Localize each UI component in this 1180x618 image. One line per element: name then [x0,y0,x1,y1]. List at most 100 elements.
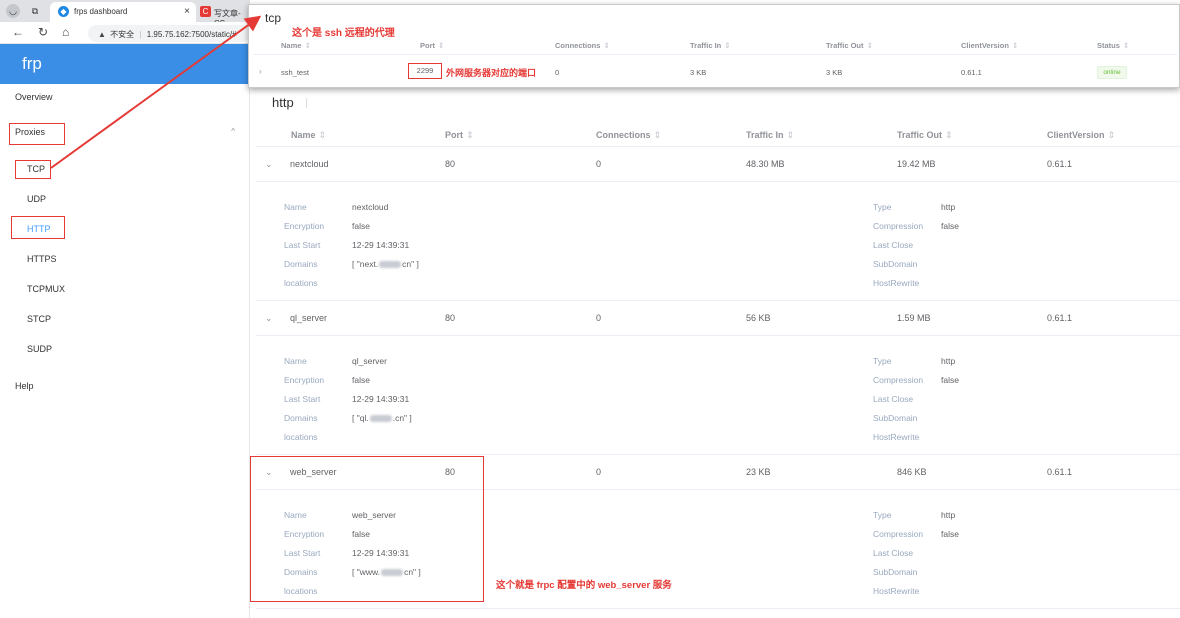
sort-icon: ⇕ [304,41,311,50]
row-traffic-out: 19.42 MB [897,159,936,169]
warning-icon: ▲ [98,30,106,39]
col-port[interactable]: Port ⇕ [445,130,474,141]
row-connections: 0 [596,467,602,477]
detail-domains: [ "ql. .cn" ] [352,409,412,428]
back-arrow-icon[interactable]: ← [12,25,24,39]
tab-close-icon[interactable]: × [184,6,190,17]
sidebar-item-label: SUDP [27,344,53,354]
sidebar-item-overview[interactable]: Overview [0,92,249,122]
col-label: Status [1097,41,1120,50]
detail-labels-right: Type Compression Last Close SubDomain Ho… [873,198,923,293]
sidebar-item-stcp[interactable]: STCP [0,314,249,344]
home-icon[interactable]: ⌂ [62,25,69,39]
tcp-col-traffic-in[interactable]: Traffic In ⇕ [690,41,731,50]
annotation-box-proxies [9,123,65,145]
sort-icon: ⇕ [318,130,327,140]
annotation-external-port: 外网服务器对应的端口 [446,68,537,78]
chevron-right-icon[interactable]: › [259,67,262,76]
domain-suffix: .cn" ] [392,413,412,423]
browser-menu-icon[interactable]: ◡ [6,4,20,18]
tcp-col-client-version[interactable]: ClientVersion ⇕ [961,41,1018,50]
detail-label: Encryption [284,375,325,385]
col-label: Connections [596,130,651,140]
table-row[interactable] [256,301,1180,335]
detail-label: Name [284,356,307,366]
tcp-row-client-version: 0.61.1 [961,68,982,77]
sidebar-item-sudp[interactable]: SUDP [0,344,249,374]
sidebar-item-label: Help [15,381,34,391]
detail-label: Last Close [873,548,914,558]
reload-icon[interactable]: ↻ [38,25,48,39]
table-row[interactable] [256,147,1180,181]
detail-label: HostRewrite [873,586,920,596]
annotation-web-server-note: 这个就是 frpc 配置中的 web_server 服务 [496,580,672,591]
frp-favicon-icon: ◆ [58,6,69,17]
tcp-proxy-panel: tcp 这个是 ssh 远程的代理 Name ⇕ Port ⇕ Connection… [248,4,1180,88]
col-traffic-in[interactable]: Traffic In ⇕ [746,130,794,141]
tcp-col-status[interactable]: Status ⇕ [1097,41,1129,50]
tab-groups-icon[interactable]: ⧉ [28,4,42,18]
chevron-down-icon[interactable]: ⌄ [265,313,273,324]
detail-value: 12-29 14:39:31 [352,240,410,250]
divider [256,608,1180,609]
col-label: Connections [555,41,601,50]
table-row[interactable] [253,55,1177,85]
row-client-version: 0.61.1 [1047,313,1073,323]
url-field[interactable]: ▲ 不安全 | 1.95.75.162:7500/static/# [88,25,250,42]
detail-label: Domains [284,259,318,269]
col-label: Port [445,130,463,140]
tcp-col-name[interactable]: Name ⇕ [281,41,311,50]
detail-label: Compression [873,529,924,539]
sort-icon: ⇕ [653,130,662,140]
detail-label: Last Start [284,394,321,404]
sort-icon: ⇕ [724,41,731,50]
col-name[interactable]: Name ⇕ [291,130,326,141]
row-client-version: 0.61.1 [1047,159,1073,169]
brand-logo[interactable]: frp [0,44,250,84]
sort-icon: ⇕ [945,130,953,140]
tab-frps-dashboard[interactable]: ◆ frps dashboard × [50,2,196,22]
tcp-row-port: 2299 [408,63,442,79]
chevron-down-icon[interactable]: ⌄ [265,159,273,170]
row-port: 80 [445,313,456,323]
tcp-row-name: ssh_test [281,68,309,77]
security-label: 不安全 [110,30,135,39]
sidebar-item-https[interactable]: HTTPS [0,254,249,284]
tab-csdn[interactable]: C 写文章-CS [198,3,250,28]
detail-domains: [ "next. cn" ] [352,255,419,274]
annotation-ssh-proxy: 这个是 ssh 远程的代理 [292,28,395,39]
sort-icon: ⇕ [1122,41,1130,50]
tcp-col-connections[interactable]: Connections ⇕ [555,41,610,50]
row-traffic-in: 56 KB [746,313,771,323]
row-name: nextcloud [290,159,329,169]
redacted-text [369,415,392,423]
annotation-box-http [11,216,65,239]
sidebar-item-tcpmux[interactable]: TCPMUX [0,284,249,314]
annotation-box-tcp [15,160,51,179]
detail-values-left: nextcloud false 12-29 14:39:31 [ "next. c… [352,198,419,274]
col-label: Name [291,130,316,140]
detail-label: locations [284,278,318,288]
detail-value: false [352,375,370,385]
col-client-version[interactable]: ClientVersion ⇕ [1047,130,1115,141]
sidebar-item-label: TCPMUX [27,284,65,294]
col-connections[interactable]: Connections ⇕ [596,130,661,141]
detail-label: SubDomain [873,567,918,577]
sidebar-item-help[interactable]: Help [0,381,249,411]
detail-labels-left: Name Encryption Last Start Domains locat… [284,352,324,447]
row-traffic-in: 48.30 MB [746,159,785,169]
detail-label: locations [284,432,318,442]
detail-label: SubDomain [873,413,918,423]
sidebar-item-label: UDP [27,194,47,204]
chevron-up-icon: ^ [231,127,235,136]
redacted-text [379,261,402,269]
detail-value: false [941,529,959,539]
tcp-col-port[interactable]: Port ⇕ [420,41,444,50]
col-label: Traffic In [690,41,722,50]
col-label: Traffic Out [897,130,943,140]
tcp-section-title: tcp [265,11,282,25]
col-traffic-out[interactable]: Traffic Out ⇕ [897,130,953,141]
detail-values-right: http false [941,198,959,236]
detail-labels-right: Type Compression Last Close SubDomain Ho… [873,506,923,601]
tcp-col-traffic-out[interactable]: Traffic Out ⇕ [826,41,873,50]
